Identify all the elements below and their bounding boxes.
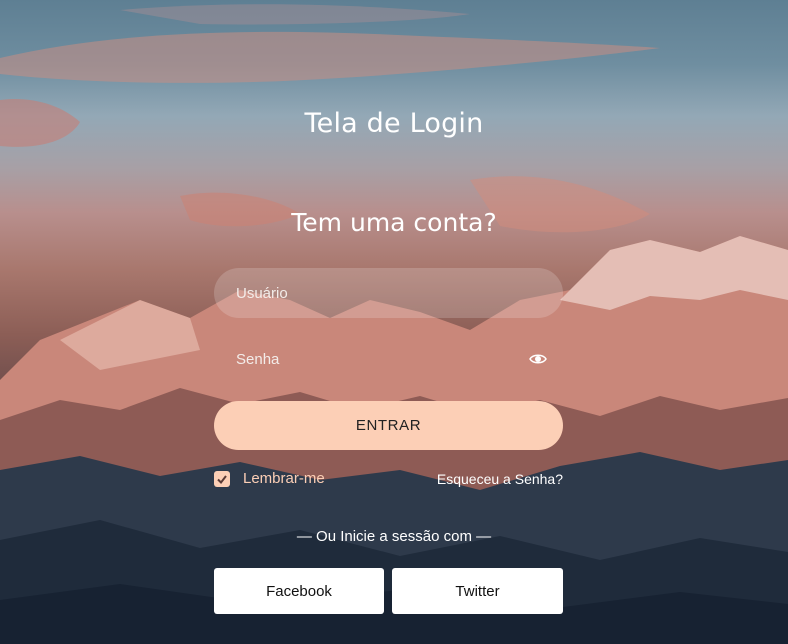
remember-me[interactable]: Lembrar-me [214, 470, 325, 487]
remember-checkbox[interactable] [214, 470, 230, 487]
username-field-wrapper [214, 268, 563, 318]
page-title: Tela de Login [304, 108, 484, 139]
remember-label: Lembrar-me [243, 470, 325, 487]
mountain-background [0, 4, 788, 644]
facebook-button[interactable]: Facebook [214, 568, 384, 614]
username-input[interactable] [234, 283, 543, 303]
twitter-button[interactable]: Twitter [392, 568, 563, 614]
social-divider: — Ou Inicie a sessão com — [296, 528, 492, 545]
login-subtitle: Tem uma conta? [291, 208, 497, 237]
password-input[interactable] [234, 349, 543, 369]
password-field-wrapper [214, 334, 563, 384]
login-page: Tela de Login Tem uma conta? ENTRAR Lemb… [0, 0, 788, 644]
login-button[interactable]: ENTRAR [214, 401, 563, 450]
eye-icon[interactable] [529, 351, 547, 367]
check-icon [217, 474, 227, 484]
forgot-password-link[interactable]: Esqueceu a Senha? [437, 471, 563, 487]
